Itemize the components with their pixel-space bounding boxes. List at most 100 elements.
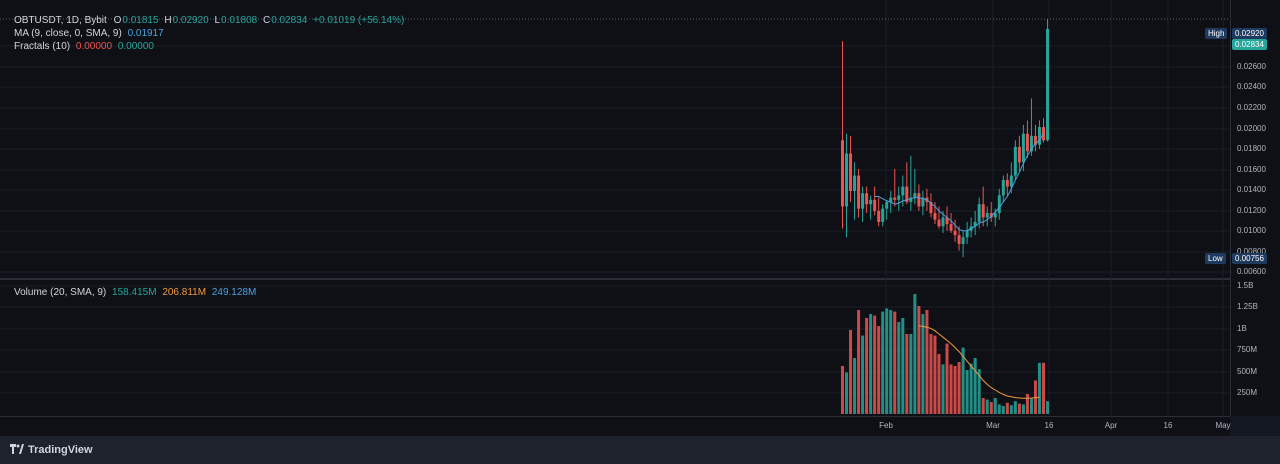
fractals-label[interactable]: Fractals (10) bbox=[14, 41, 70, 52]
candle-body bbox=[897, 195, 901, 200]
ma-legend: MA (9, close, 0, SMA, 9) 0.01917 bbox=[14, 27, 164, 40]
candle-body bbox=[1021, 133, 1025, 163]
low-price-label: 0.00756 bbox=[1232, 253, 1267, 264]
volume-bar bbox=[945, 343, 949, 414]
candle-body bbox=[881, 208, 885, 222]
volume-bar bbox=[941, 364, 945, 414]
volume-bar bbox=[989, 402, 993, 414]
price-tick-label: 0.01800 bbox=[1237, 144, 1266, 153]
low-value: 0.01808 bbox=[221, 15, 258, 26]
volume-bar bbox=[893, 311, 897, 414]
volume-bar bbox=[1009, 405, 1013, 414]
volume-bar bbox=[917, 306, 921, 414]
volume-bar bbox=[973, 358, 977, 414]
low-label: L bbox=[214, 15, 221, 26]
candle-body bbox=[893, 197, 897, 200]
close-value: 0.02834 bbox=[271, 15, 308, 26]
candle-body bbox=[901, 186, 905, 196]
candle-body bbox=[861, 193, 865, 209]
candle-body bbox=[953, 230, 957, 236]
tradingview-logo[interactable]: TradingView bbox=[10, 444, 93, 456]
candle-body bbox=[885, 202, 889, 209]
candle-body bbox=[853, 175, 857, 192]
volume-bar bbox=[853, 358, 857, 414]
candle-body bbox=[981, 204, 985, 218]
volume-bar bbox=[1037, 362, 1041, 414]
volume-bar bbox=[905, 334, 909, 414]
tradingview-icon bbox=[10, 444, 24, 454]
volume-tick-label: 1.5B bbox=[1237, 281, 1254, 290]
volume-bar bbox=[857, 310, 861, 414]
volume-tick-label: 250M bbox=[1237, 388, 1258, 397]
volume-bar bbox=[1029, 398, 1033, 414]
volume-bar bbox=[1013, 401, 1017, 414]
volume-bar bbox=[885, 308, 889, 414]
symbol-label[interactable]: OBTUSDT, 1D, Bybit bbox=[14, 15, 107, 26]
volume-bar bbox=[937, 354, 941, 414]
time-tick-label: Mar bbox=[986, 421, 1000, 430]
fractals-legend: Fractals (10) 0.00000 0.00000 bbox=[14, 40, 154, 53]
volume-sma20-value: 206.811M bbox=[162, 287, 207, 298]
volume-bar bbox=[877, 326, 881, 414]
volume-bar bbox=[861, 335, 865, 414]
candle-body bbox=[841, 140, 844, 207]
candle-body bbox=[857, 175, 861, 209]
volume-bar bbox=[841, 366, 844, 414]
price-tick-label: 0.00600 bbox=[1237, 267, 1266, 276]
fractal-up-value: 0.00000 bbox=[75, 41, 113, 52]
volume-bar bbox=[953, 366, 957, 414]
time-tick-label: Apr bbox=[1104, 421, 1118, 430]
candle-body bbox=[849, 153, 853, 192]
candle-body bbox=[917, 193, 921, 207]
volume-bar bbox=[909, 334, 913, 414]
volume-bar bbox=[921, 314, 925, 414]
volume-legend: Volume (20, SMA, 9) 158.415M 206.811M 24… bbox=[14, 286, 256, 299]
candle-body bbox=[997, 195, 1001, 214]
volume-bar bbox=[969, 363, 973, 414]
volume-bar bbox=[849, 330, 853, 414]
volume-tick-label: 750M bbox=[1237, 345, 1258, 354]
high-price-label: 0.02920 bbox=[1232, 28, 1267, 39]
candle-body bbox=[1013, 146, 1017, 176]
candle-body bbox=[1005, 179, 1009, 187]
candle-body bbox=[1042, 127, 1045, 141]
price-tick-label: 0.01200 bbox=[1237, 206, 1266, 215]
volume-bar bbox=[985, 399, 989, 414]
volume-label[interactable]: Volume (20, SMA, 9) bbox=[14, 287, 106, 298]
candle-body bbox=[845, 153, 849, 207]
volume-bar bbox=[913, 294, 917, 414]
candle-body bbox=[877, 210, 881, 222]
volume-bar bbox=[1005, 402, 1009, 414]
candle-body bbox=[1046, 28, 1050, 141]
brand-name: TradingView bbox=[28, 444, 93, 456]
high-value: 0.02920 bbox=[172, 15, 209, 26]
volume-bar bbox=[869, 314, 873, 414]
time-tick-label: 16 bbox=[1163, 421, 1173, 430]
ma-value: 0.01917 bbox=[127, 28, 164, 39]
price-tick-label: 0.01600 bbox=[1237, 165, 1266, 174]
volume-bar bbox=[957, 362, 961, 414]
candle-body bbox=[865, 193, 869, 205]
price-tick-label: 0.01400 bbox=[1237, 185, 1266, 194]
volume-bar bbox=[933, 335, 937, 414]
volume-tick-label: 1.25B bbox=[1237, 302, 1258, 311]
volume-value: 158.415M bbox=[112, 287, 157, 298]
volume-bar bbox=[1017, 403, 1021, 414]
volume-bar bbox=[881, 311, 885, 414]
volume-tick-label: 500M bbox=[1237, 367, 1258, 376]
volume-bar bbox=[997, 404, 1001, 414]
ma-label[interactable]: MA (9, close, 0, SMA, 9) bbox=[14, 28, 122, 39]
price-tick-label: 0.02000 bbox=[1237, 124, 1266, 133]
candle-body bbox=[965, 230, 969, 238]
volume-bar bbox=[965, 370, 969, 414]
change-value: +0.01019 (+56.14%) bbox=[313, 15, 405, 26]
volume-bar bbox=[865, 318, 869, 414]
low-tag: Low bbox=[1205, 253, 1226, 264]
time-tick-label: May bbox=[1215, 421, 1231, 430]
candle-body bbox=[941, 217, 945, 227]
volume-bar bbox=[1021, 404, 1025, 414]
symbol-legend: OBTUSDT, 1D, Bybit O0.01815 H0.02920 L0.… bbox=[14, 14, 404, 27]
volume-bar bbox=[993, 398, 997, 414]
candle-body bbox=[869, 199, 873, 205]
candle-body bbox=[933, 213, 937, 220]
